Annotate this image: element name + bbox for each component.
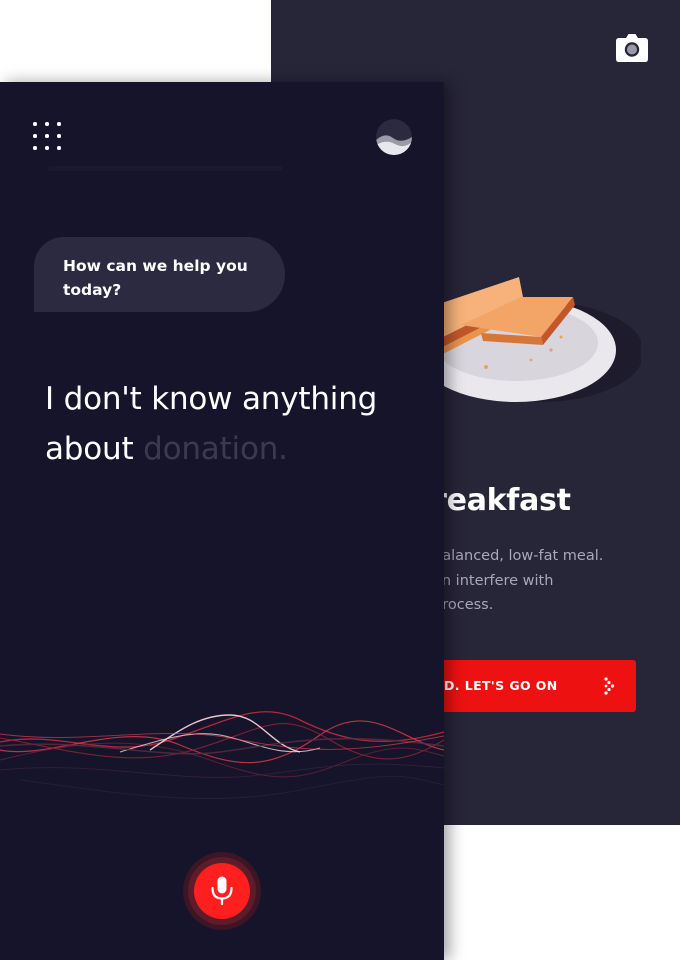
food-description-line: an interfere with (433, 572, 554, 589)
food-title: breakfast (411, 483, 571, 518)
continue-button-label: OD. LET'S GO ON (433, 678, 558, 693)
microphone-button[interactable] (183, 852, 261, 930)
voice-waveform (0, 690, 444, 820)
camera-button[interactable] (615, 33, 649, 63)
camera-icon (616, 34, 648, 62)
header-divider (48, 166, 283, 171)
microphone-icon (183, 852, 261, 930)
voice-assistant-screen: How can we help you today? I don't know … (0, 82, 444, 960)
food-description: balanced, low-fat meal. an interfere wit… (433, 544, 663, 618)
chevron-right-icon (604, 677, 615, 695)
assistant-message-bubble: How can we help you today? (34, 237, 285, 312)
speech-transcript: I don't know anything about donation. (45, 374, 425, 474)
menu-button[interactable] (33, 122, 63, 152)
assistant-message-text: How can we help you today? (63, 257, 248, 299)
avatar[interactable] (376, 119, 412, 155)
food-description-line: process. (433, 597, 494, 613)
avatar-icon (376, 119, 412, 155)
food-description-line: balanced, low-fat meal. (433, 548, 604, 564)
transcript-pending: donation. (143, 431, 288, 467)
